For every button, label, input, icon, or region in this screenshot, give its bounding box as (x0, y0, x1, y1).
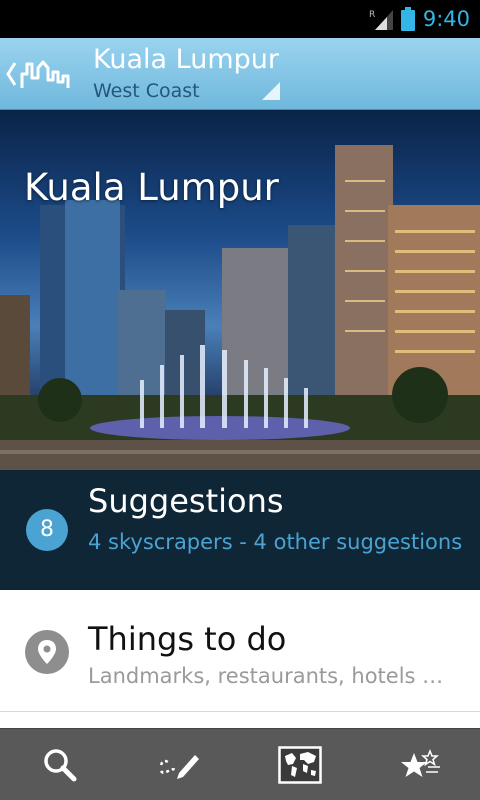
suggestions-title: Suggestions (88, 482, 284, 520)
city-skyline-icon[interactable] (20, 56, 70, 92)
search-icon (44, 749, 77, 782)
tab-search[interactable] (0, 729, 120, 800)
tab-notes[interactable] (120, 729, 240, 800)
things-to-do-subtitle: Landmarks, restaurants, hotels … (88, 664, 444, 688)
world-map-icon (278, 746, 322, 784)
action-bar-subtitle[interactable]: West Coast (93, 80, 200, 102)
battery-icon (400, 7, 415, 31)
pencil-trail-icon (159, 755, 199, 779)
suggestions-subtitle: 4 skyscrapers - 4 other suggestions (88, 530, 463, 554)
bottom-toolbar (0, 728, 480, 800)
things-to-do-title: Things to do (88, 620, 287, 658)
status-time: 9:40 (422, 7, 470, 31)
signal-icon: R (369, 10, 393, 30)
dropdown-triangle-icon[interactable] (262, 82, 280, 100)
tab-map[interactable] (240, 729, 360, 800)
location-pin-icon (25, 630, 69, 674)
action-bar-title[interactable]: Kuala Lumpur (93, 44, 279, 75)
suggestions-row[interactable]: 8 Suggestions 4 skyscrapers - 4 other su… (0, 470, 480, 590)
suggestion-count-badge: 8 (26, 509, 68, 551)
roaming-label: R (369, 10, 375, 20)
chevron-left-icon[interactable] (5, 61, 17, 87)
hero-image: Kuala Lumpur (0, 110, 480, 470)
status-icons: R 9:40 (369, 0, 470, 38)
stars-icon (401, 748, 440, 777)
things-to-do-row[interactable]: Things to do Landmarks, restaurants, hot… (0, 590, 480, 712)
skyline-illustration (0, 145, 480, 470)
tab-favorites[interactable] (360, 729, 480, 800)
status-bar: R 9:40 (0, 0, 480, 38)
action-bar: Kuala Lumpur West Coast (0, 38, 480, 110)
hero-title: Kuala Lumpur (24, 166, 279, 209)
